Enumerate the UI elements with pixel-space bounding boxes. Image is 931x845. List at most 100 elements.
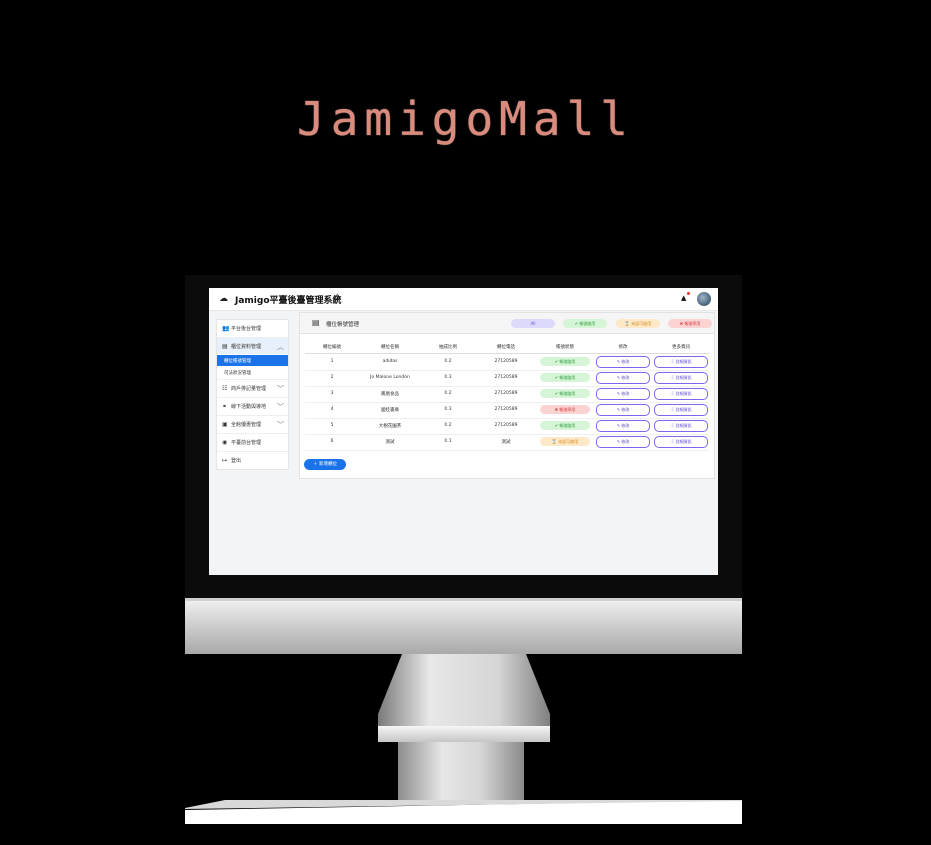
cell-counter-name: 鳳凰食品 <box>381 392 399 397</box>
logout-icon: ↦ <box>222 457 228 464</box>
cell-counter-id: 1 <box>330 359 334 364</box>
col-more-info: 更多資訊 <box>672 345 690 350</box>
sidebar-item-merchant[interactable]: ☷ 商戶排記量管理 ﹀ <box>217 380 288 396</box>
cell-counter-name: adidas <box>382 359 398 364</box>
table-row: 6 測試 0.1 測試 ⌛ 未認可啟用 ✎ 修改 ⓘ 詳細資訊 <box>305 434 709 451</box>
cell-counter-name: 大樹花園茶 <box>378 424 402 429</box>
cell-counter-id: 6 <box>330 439 334 444</box>
brand-logo: JamigoMall <box>297 92 634 146</box>
sidebar-item-counter-data[interactable]: ▤ 櫃位資料管理 ︿ <box>217 338 288 354</box>
edit-button[interactable]: ✎ 修改 <box>596 388 650 400</box>
status-badge: ⌛ 未認可啟用 <box>540 437 590 446</box>
sidebar-subitem-legal-status[interactable]: 司法狀況管理 <box>217 367 288 378</box>
status-badge: ✔ 帳號啟用 <box>540 389 590 398</box>
filter-enabled[interactable]: ✔ 帳號啟用 <box>563 319 607 328</box>
sidebar-item-platform-admin[interactable]: 👥 平台後台管理 <box>217 320 288 336</box>
col-status: 帳號狀態 <box>556 345 574 350</box>
top-bar: ☁ Jamigo平臺後臺管理系統 ⌂ ▲ <box>209 288 718 311</box>
status-badge: ✖ 帳號停用 <box>540 405 590 414</box>
more-info-button[interactable]: ⓘ 詳細資訊 <box>654 356 708 368</box>
cell-phone: 27120589 <box>494 423 518 428</box>
table-row: 1 adidas 0.2 27120589 ✔ 帳號啟用 ✎ 修改 ⓘ 詳細資訊 <box>305 354 709 371</box>
edit-button[interactable]: ✎ 修改 <box>596 436 650 448</box>
col-counter-name: 櫃位名稱 <box>381 345 399 350</box>
table-row: 5 大樹花園茶 0.2 27120589 ✔ 帳號啟用 ✎ 修改 ⓘ 詳細資訊 <box>305 418 709 435</box>
status-badge: ✔ 帳號啟用 <box>540 421 590 430</box>
chevron-down-icon: ﹀ <box>277 385 284 393</box>
sidebar-item-offline-events[interactable]: ⚭ 線下活動與導地 ﹀ <box>217 398 288 414</box>
cloud-logo-icon: ☁ <box>219 294 228 304</box>
table-row: 2 Jo Malone London 0.3 27120589 ✔ 帳號啟用 ✎ 修改 ⓘ … <box>305 370 709 387</box>
table-row: 3 鳳凰食品 0.2 27120589 ✔ 帳號啟用 ✎ 修改 ⓘ 詳細資訊 <box>305 386 709 403</box>
cell-commission: 0.2 <box>444 391 452 396</box>
monitor-chin <box>185 598 742 654</box>
panel-title: 櫃位帳號管理 <box>326 322 360 328</box>
status-badge: ✔ 帳號啟用 <box>540 373 590 382</box>
sidebar-item-frontend[interactable]: ◉ 平臺前台管理 <box>217 434 288 450</box>
sidebar-item-logout[interactable]: ↦ 登出 <box>217 452 288 468</box>
table-header: 櫃位編號 櫃位名稱 抽成比例 櫃位電話 帳號狀態 修改 更多資訊 <box>305 342 709 354</box>
col-phone: 櫃位電話 <box>497 345 515 350</box>
cell-commission: 0.2 <box>444 423 452 428</box>
cell-counter-name: 國娃書庫 <box>381 408 399 413</box>
edit-button[interactable]: ✎ 修改 <box>596 404 650 416</box>
cell-phone: 27120589 <box>494 375 518 380</box>
filter-pending[interactable]: ⌛ 未認可啟用 <box>616 319 660 328</box>
panel-header: ▤ 櫃位帳號管理 All ✔ 帳號啟用 ⌛ 未認可啟用 ✖ 帳號停用 <box>300 313 714 334</box>
cell-phone: 27120589 <box>494 407 518 412</box>
table-row: 4 國娃書庫 0.3 27120589 ✖ 帳號停用 ✎ 修改 ⓘ 詳細資訊 <box>305 402 709 419</box>
monitor-stand-foot <box>398 742 524 804</box>
monitor-stand-neck <box>378 654 550 726</box>
screen: ☁ Jamigo平臺後臺管理系統 ⌂ ▲ 👥 平台後台管理 ▤ 櫃位資料管理 ︿… <box>209 288 718 575</box>
home-icon[interactable]: ⌂ <box>334 292 340 303</box>
cell-counter-id: 4 <box>330 407 334 412</box>
tag-icon: ▣ <box>222 421 228 428</box>
cell-commission: 0.2 <box>444 359 452 364</box>
cell-counter-id: 2 <box>330 375 334 380</box>
app-title: Jamigo平臺後臺管理系統 <box>235 296 342 306</box>
cell-phone: 27120589 <box>494 391 518 396</box>
users-icon: 👥 <box>222 325 230 332</box>
chevron-down-icon: ﹀ <box>277 403 284 411</box>
edit-button[interactable]: ✎ 修改 <box>596 420 650 432</box>
monitor-stand-band <box>378 726 550 742</box>
more-info-button[interactable]: ⓘ 詳細資訊 <box>654 420 708 432</box>
chevron-up-icon: ︿ <box>277 343 284 351</box>
edit-button[interactable]: ✎ 修改 <box>596 372 650 384</box>
add-counter-button[interactable]: ＋ 新增櫃位 <box>304 459 346 470</box>
status-badge: ✔ 帳號啟用 <box>540 357 590 366</box>
cell-commission: 0.3 <box>444 375 452 380</box>
notification-dot <box>687 292 690 295</box>
monitor-base <box>185 800 742 824</box>
cell-phone: 測試 <box>501 440 511 445</box>
cell-counter-name: 測試 <box>385 440 395 445</box>
add-user-icon: ＋ <box>313 462 318 467</box>
more-info-button[interactable]: ⓘ 詳細資訊 <box>654 404 708 416</box>
col-commission: 抽成比例 <box>439 345 457 350</box>
account-panel: ▤ 櫃位帳號管理 All ✔ 帳號啟用 ⌛ 未認可啟用 ✖ 帳號停用 櫃位編號 … <box>299 312 715 479</box>
chevron-down-icon: ﹀ <box>277 421 284 429</box>
more-info-button[interactable]: ⓘ 詳細資訊 <box>654 436 708 448</box>
sidebar: 👥 平台後台管理 ▤ 櫃位資料管理 ︿ 櫃位帳號管理 司法狀況管理 ☷ 商戶排記… <box>216 319 289 470</box>
cell-counter-id: 5 <box>330 423 334 428</box>
bell-icon[interactable]: ▲ <box>681 294 686 302</box>
eye-icon: ◉ <box>222 439 228 446</box>
cell-commission: 0.3 <box>444 407 452 412</box>
store-icon: ▤ <box>222 343 228 350</box>
more-info-button[interactable]: ⓘ 詳細資訊 <box>654 372 708 384</box>
filter-disabled[interactable]: ✖ 帳號停用 <box>668 319 712 328</box>
more-info-button[interactable]: ⓘ 詳細資訊 <box>654 388 708 400</box>
sidebar-subitem-counter-accounts[interactable]: 櫃位帳號管理 <box>217 355 288 366</box>
cell-commission: 0.1 <box>444 439 452 444</box>
avatar[interactable] <box>697 292 711 306</box>
col-edit: 修改 <box>618 345 628 350</box>
grid-icon: ☷ <box>222 385 228 392</box>
contact-card-icon: ▤ <box>312 318 320 327</box>
cell-phone: 27120589 <box>494 359 518 364</box>
cell-counter-name: Jo Malone London <box>370 375 410 380</box>
filter-all[interactable]: All <box>511 319 555 328</box>
col-counter-id: 櫃位編號 <box>323 345 341 350</box>
sidebar-item-promotions[interactable]: ▣ 全館優惠管理 ﹀ <box>217 416 288 432</box>
edit-button[interactable]: ✎ 修改 <box>596 356 650 368</box>
binoculars-icon: ⚭ <box>222 403 228 410</box>
